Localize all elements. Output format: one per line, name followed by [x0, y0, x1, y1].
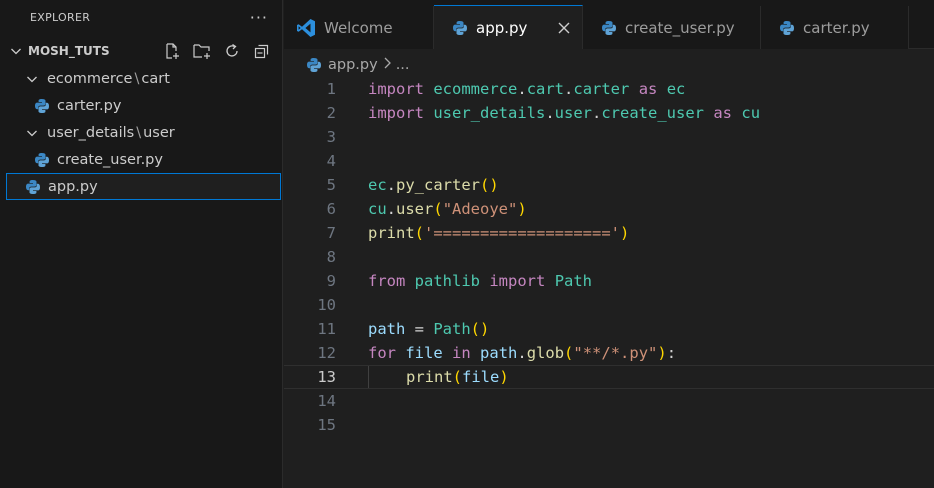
code-text: path = Path() — [368, 320, 490, 338]
python-file-icon — [25, 179, 41, 195]
python-file-icon — [34, 98, 50, 114]
tree-file-create-user[interactable]: create_user.py — [0, 146, 282, 173]
indent-guide — [368, 366, 369, 388]
code-text: import ecommerce.cart.carter as ec — [368, 80, 686, 98]
chevron-down-icon — [24, 125, 40, 141]
tab-label: app.py — [476, 18, 528, 37]
code-text: cu.user("Adeoye") — [368, 200, 527, 218]
explorer-actions — [160, 40, 282, 62]
tree-file-app[interactable]: app.py — [6, 173, 281, 200]
vscode-logo-icon — [296, 18, 316, 38]
tree-folder-sublabel: user — [143, 124, 175, 141]
code-text: for file in path.glob("**/*.py"): — [368, 344, 677, 362]
collapse-all-icon[interactable] — [250, 40, 274, 62]
python-file-icon — [452, 20, 468, 36]
code-text: ec.py_carter() — [368, 176, 499, 194]
code-text: print('===================') — [368, 224, 630, 242]
chevron-right-icon — [382, 56, 392, 74]
tab-create-user-py[interactable]: create_user.py — [583, 6, 761, 49]
python-file-icon — [601, 20, 617, 36]
workspace-folder[interactable]: MOSH_TUTS — [0, 37, 282, 65]
explorer-sidebar: EXPLORER ··· MOSH_TUTS ecommerce\cart — [0, 0, 283, 488]
tree-file-label: carter.py — [57, 97, 122, 114]
tree-folder-label: user_details — [47, 124, 135, 141]
line-number: 13 — [317, 368, 336, 386]
breadcrumb-symbols[interactable]: ... — [396, 57, 410, 73]
breadcrumb: app.py ... — [284, 53, 410, 77]
line-number: 15 — [317, 416, 336, 434]
new-folder-icon[interactable] — [190, 40, 214, 62]
breadcrumb-file[interactable]: app.py — [328, 57, 378, 73]
tab-label: Welcome — [324, 18, 393, 37]
line-number: 10 — [317, 296, 336, 314]
workspace-folder-name: MOSH_TUTS — [28, 44, 110, 58]
tab-welcome[interactable]: Welcome — [284, 6, 434, 49]
code-line: 14 — [284, 389, 934, 413]
tree-file-label: create_user.py — [57, 151, 163, 168]
tab-app-py[interactable]: app.py — [434, 5, 583, 49]
line-number: 5 — [326, 176, 336, 194]
code-line: 8 — [284, 245, 934, 269]
code-line: 7 print('===================') — [284, 221, 934, 245]
more-actions-icon[interactable]: ··· — [250, 8, 268, 27]
path-separator: \ — [134, 70, 140, 87]
tree-file-label: app.py — [48, 178, 98, 195]
tree-file-carter[interactable]: carter.py — [0, 92, 282, 119]
code-text: from pathlib import Path — [368, 272, 593, 290]
code-editor[interactable]: 1 import ecommerce.cart.carter as ec 2 i… — [284, 77, 934, 488]
code-line: 1 import ecommerce.cart.carter as ec — [284, 77, 934, 101]
tree-folder-label: ecommerce — [47, 70, 133, 87]
code-line: 12 for file in path.glob("**/*.py"): — [284, 341, 934, 365]
chevron-down-icon — [8, 43, 24, 59]
code-line: 5 ec.py_carter() — [284, 173, 934, 197]
path-separator: \ — [136, 124, 142, 141]
editor-tab-bar: Welcome app.py create_user.py carter.py — [284, 0, 934, 49]
refresh-icon[interactable] — [220, 40, 244, 62]
tree-folder-ecommerce-cart[interactable]: ecommerce \ cart — [0, 65, 282, 92]
line-number: 4 — [326, 152, 336, 170]
line-number: 6 — [326, 200, 336, 218]
line-number: 7 — [326, 224, 336, 242]
code-line: 4 — [284, 149, 934, 173]
line-number: 2 — [326, 104, 336, 122]
code-line: 10 — [284, 293, 934, 317]
new-file-icon[interactable] — [160, 40, 184, 62]
line-number: 9 — [326, 272, 336, 290]
code-line: 9 from pathlib import Path — [284, 269, 934, 293]
code-line: 11 path = Path() — [284, 317, 934, 341]
code-line: 15 — [284, 413, 934, 437]
line-number: 12 — [317, 344, 336, 362]
code-line-current: 13 print(file) — [284, 365, 934, 389]
python-file-icon — [34, 152, 50, 168]
tree-folder-user-details-user[interactable]: user_details \ user — [0, 119, 282, 146]
tab-label: create_user.py — [625, 18, 735, 37]
code-line: 3 — [284, 125, 934, 149]
tree-folder-sublabel: cart — [141, 70, 170, 87]
line-number: 3 — [326, 128, 336, 146]
code-line: 2 import user_details.user.create_user a… — [284, 101, 934, 125]
code-line: 6 cu.user("Adeoye") — [284, 197, 934, 221]
line-number: 14 — [317, 392, 336, 410]
explorer-header: EXPLORER ··· — [0, 0, 282, 35]
line-number: 11 — [317, 320, 336, 338]
line-number: 1 — [326, 80, 336, 98]
python-file-icon — [306, 57, 322, 73]
python-file-icon — [779, 20, 795, 36]
code-text: import user_details.user.create_user as … — [368, 104, 761, 122]
explorer-title: EXPLORER — [30, 11, 91, 24]
code-text: print(file) — [406, 368, 509, 386]
tab-carter-py[interactable]: carter.py — [761, 6, 909, 49]
chevron-down-icon — [24, 71, 40, 87]
close-icon[interactable] — [556, 20, 572, 36]
line-number: 8 — [326, 248, 336, 266]
tab-label: carter.py — [803, 18, 870, 37]
